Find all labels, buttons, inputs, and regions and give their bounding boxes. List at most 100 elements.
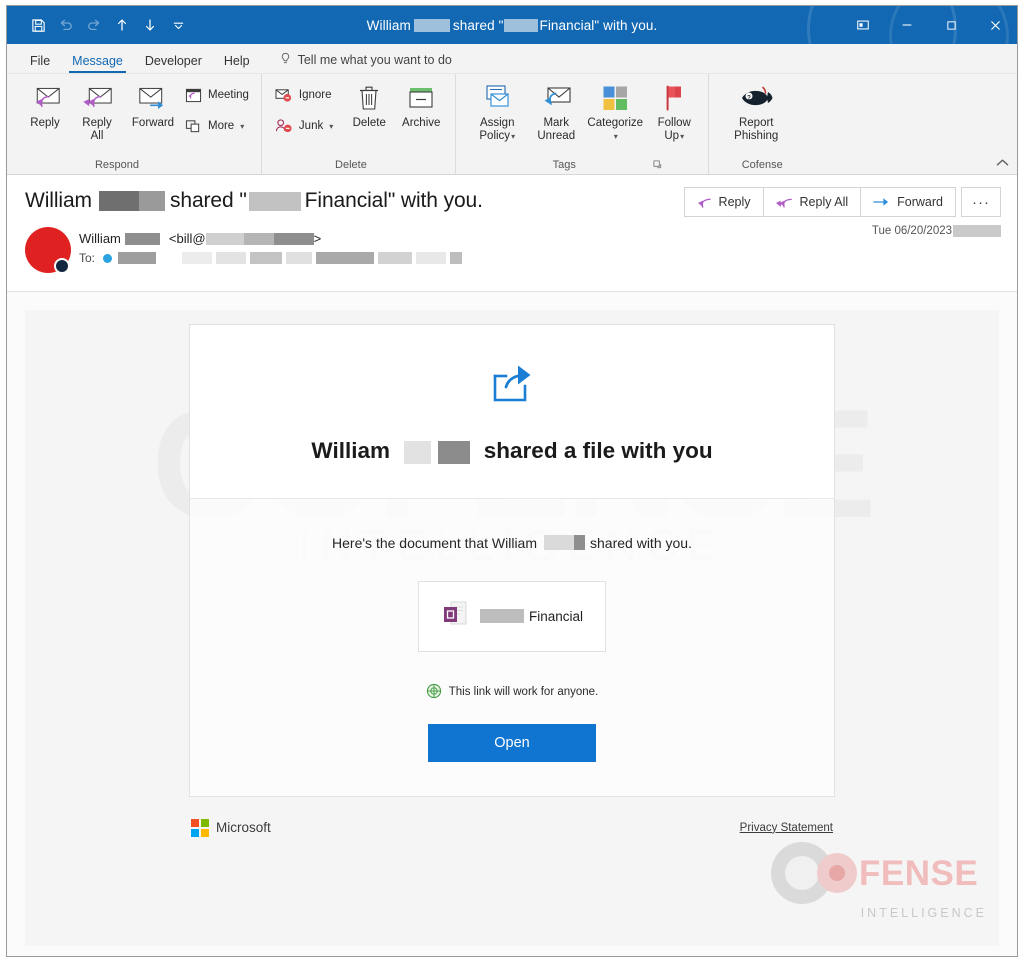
tab-message[interactable]: Message — [61, 49, 134, 73]
subject-suffix: Financial" with you. — [304, 189, 483, 212]
document-description: Here's the document that William shared … — [230, 535, 794, 551]
ribbon-group-respond: Reply Reply All Forward Meeting More ▾ R… — [7, 74, 261, 174]
chevron-down-icon: ▾ — [329, 121, 334, 131]
previous-item-icon[interactable] — [109, 12, 135, 38]
more-actions-button[interactable]: ··· — [961, 187, 1001, 217]
card-headline-suffix: shared a file with you — [483, 438, 713, 463]
onenote-file-icon — [441, 598, 471, 635]
mark-unread-label: Mark Unread — [537, 117, 576, 142]
delete-small-buttons: Ignore Junk ▾ — [270, 79, 343, 137]
reply-button[interactable]: Reply — [19, 79, 71, 141]
message-action-buttons: Reply Reply All Forward ··· — [683, 187, 1001, 217]
redo-icon[interactable] — [81, 12, 107, 38]
redaction-block — [479, 609, 524, 624]
reply-all-action-label: Reply All — [799, 195, 849, 209]
lightbulb-icon — [279, 52, 292, 68]
save-icon[interactable] — [25, 12, 51, 38]
close-icon[interactable] — [973, 6, 1017, 44]
avatar — [25, 227, 79, 279]
mark-unread-button[interactable]: Mark Unread — [530, 79, 582, 143]
meeting-label: Meeting — [208, 89, 249, 101]
cofense-wordmark: FENSE — [859, 853, 979, 893]
open-button[interactable]: Open — [428, 723, 596, 762]
cofense-sub-wordmark: INTELLIGENCE — [860, 906, 987, 920]
delete-button[interactable]: Delete — [343, 79, 395, 141]
more-button[interactable]: More ▾ — [183, 115, 253, 137]
message-body: COFENSE INTELLIGENCE — [25, 310, 999, 946]
title-bar: William shared " Financial" with you. — [7, 6, 1017, 44]
forward-action-button[interactable]: Forward — [860, 187, 956, 217]
redaction-block — [118, 252, 157, 264]
tags-dialog-launcher-icon[interactable] — [653, 160, 662, 171]
microsoft-logo: Microsoft — [191, 818, 271, 837]
next-item-icon[interactable] — [137, 12, 163, 38]
svg-text:?: ? — [747, 94, 751, 101]
reply-all-button[interactable]: Reply All — [71, 79, 123, 143]
collapse-ribbon-icon[interactable] — [996, 158, 1009, 170]
reply-action-button[interactable]: Reply — [683, 187, 764, 217]
window-controls — [841, 6, 1017, 44]
redaction-block — [182, 252, 213, 264]
redaction-block — [413, 18, 450, 32]
reply-all-action-button[interactable]: Reply All — [762, 187, 862, 217]
sender-name-line[interactable]: William <bill@ > — [79, 231, 462, 246]
reply-all-icon — [775, 196, 793, 209]
file-attachment-tile[interactable]: Financial — [418, 580, 606, 652]
forward-icon — [873, 196, 890, 208]
sender-email-open: <bill@ — [168, 231, 206, 246]
sender-email-close: > — [313, 231, 322, 246]
subject-mid: shared " — [169, 189, 247, 212]
archive-button[interactable]: Archive — [395, 79, 447, 141]
file-name-suffix: Financial — [528, 608, 584, 624]
forward-button[interactable]: Forward — [123, 79, 183, 141]
screenshot-root: William shared " Financial" with you. Fi… — [0, 0, 1024, 967]
document-description-suffix: shared with you. — [590, 534, 692, 551]
ribbon-tab-strip: File Message Developer Help Tell me what… — [7, 44, 1017, 74]
undo-icon[interactable] — [53, 12, 79, 38]
customize-quick-access-icon[interactable] — [165, 12, 191, 38]
tab-developer[interactable]: Developer — [134, 49, 213, 73]
minimize-icon[interactable] — [885, 6, 929, 44]
share-icon — [250, 361, 774, 410]
junk-label: Junk — [298, 120, 324, 132]
report-phishing-button[interactable]: ? Report Phishing — [723, 79, 789, 143]
delete-icon — [356, 82, 382, 114]
forward-label: Forward — [131, 117, 175, 129]
link-permission-text: This link will work for anyone. — [448, 686, 599, 699]
report-phishing-label: Report Phishing — [734, 117, 779, 142]
redaction-block — [316, 252, 375, 264]
junk-button[interactable]: Junk ▾ — [274, 115, 337, 137]
reply-all-icon — [82, 82, 113, 114]
ribbon: Reply Reply All Forward Meeting More ▾ R… — [7, 74, 1017, 175]
share-notification-card: William shared a file with you Here's th… — [189, 324, 835, 797]
redaction-block — [138, 191, 165, 211]
ignore-icon — [274, 87, 294, 103]
tab-help[interactable]: Help — [213, 49, 261, 73]
ribbon-group-cofense: ? Report Phishing Cofense — [708, 74, 815, 174]
window-title-suffix: Financial" with you. — [539, 17, 658, 33]
redaction-block — [286, 252, 313, 264]
card-header: William shared a file with you — [190, 325, 834, 499]
tell-me-search[interactable]: Tell me what you want to do — [261, 52, 462, 73]
mark-unread-icon — [540, 82, 572, 114]
globe-icon — [426, 683, 442, 702]
restore-pane-icon[interactable] — [841, 6, 885, 44]
follow-up-button[interactable]: Follow Up▾ — [648, 79, 700, 143]
window-title-mid: shared " — [452, 17, 504, 33]
redaction-block — [216, 252, 247, 264]
tab-file[interactable]: File — [19, 49, 61, 73]
redaction-block — [205, 232, 244, 245]
redaction-block — [416, 252, 447, 264]
file-name: Financial — [479, 608, 584, 624]
assign-policy-button[interactable]: Assign Policy▾ — [464, 79, 530, 143]
meeting-button[interactable]: Meeting — [183, 84, 253, 106]
more-label: More — [208, 120, 235, 132]
redaction-block — [243, 232, 274, 245]
maximize-icon[interactable] — [929, 6, 973, 44]
privacy-statement-link[interactable]: Privacy Statement — [740, 822, 833, 834]
sender-details: William <bill@ > To: — [79, 227, 463, 265]
redaction-block — [98, 191, 139, 211]
ignore-button[interactable]: Ignore — [274, 84, 337, 106]
to-label: To: — [79, 251, 96, 265]
categorize-button[interactable]: Categorize ▾ — [582, 79, 648, 143]
